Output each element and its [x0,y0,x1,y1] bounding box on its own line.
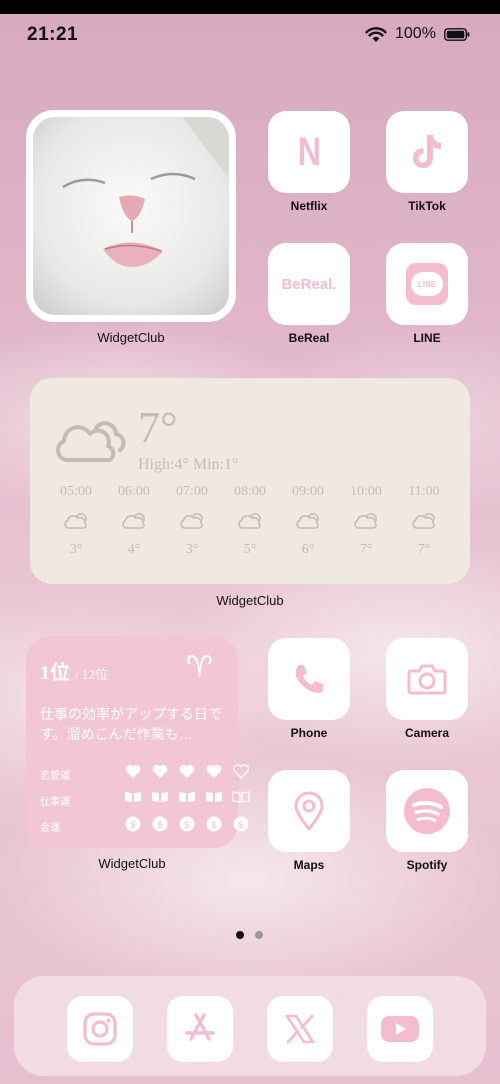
cloud-icon [52,416,128,471]
hour-temp: 3° [185,542,199,557]
svg-text:$: $ [130,820,136,831]
widget-label: WidgetClub [216,593,284,608]
youtube-icon[interactable] [367,996,433,1062]
status-time: 21:21 [27,24,79,45]
wifi-icon [365,27,387,48]
cloud-icon [121,512,147,535]
app-label: Camera [404,726,450,740]
book-icon-filled [151,790,169,808]
row-label: 仕事運 [40,797,70,808]
app-phone[interactable]: Phone [268,638,350,740]
app-label: LINE [413,331,441,345]
svg-text:$: $ [238,820,244,831]
x-icon[interactable] [267,996,333,1062]
app-camera[interactable]: Camera [386,638,468,740]
instagram-icon[interactable] [67,996,133,1062]
hour-time: 10:00 [350,484,382,499]
coin-icon-filled: $ [124,816,142,834]
camera-icon [386,638,468,720]
app-netflix[interactable]: N Netflix [268,111,350,213]
bereal-icon: BeReal. [268,243,350,325]
money-luck-row: 金運 $ $ $ $ $ [40,816,249,836]
svg-text:$: $ [157,820,163,831]
hour-time: 07:00 [176,484,208,499]
horoscope-widget[interactable]: 1位 / 12位 ♈ 仕事の効率がアップする日です。溜めこんだ作業も… 恋愛運 … [26,636,250,848]
app-tiktok[interactable]: TikTok [386,111,468,213]
app-maps[interactable]: Maps [268,770,350,872]
hour-temp: 4° [127,542,141,557]
widget-label: WidgetClub [98,856,166,871]
app-label: Netflix [290,199,328,213]
line-icon: LINE [386,243,468,325]
weather-widget[interactable]: 7° High:4° Min:1° 05:00 06:00 07:00 08:0… [30,378,470,584]
hour-temp: 3° [69,542,83,557]
current-temp: 7° [138,403,178,452]
cloud-icon [237,512,263,535]
cat-photo [33,117,229,315]
phone-icon [268,638,350,720]
row-label: 金運 [40,823,60,834]
app-label: BeReal [288,331,330,345]
love-luck-row: 恋愛運 [40,764,249,784]
horoscope-rank: 1位 / 12位 [40,662,108,684]
hour-temp: 7° [417,542,431,557]
work-luck-row: 仕事運 [40,790,250,810]
widget-label: WidgetClub [97,330,165,345]
app-label: Phone [290,726,328,740]
top-bezel [0,0,500,14]
hour-temp: 7° [359,542,373,557]
status-bar: 21:21 100% [0,14,500,58]
battery-icon [444,28,470,41]
high-low: High:4° Min:1° [138,456,239,473]
aries-icon: ♈ [186,650,213,685]
page-dot-active[interactable] [236,931,244,939]
heart-icon-filled [151,764,169,782]
app-store-icon[interactable] [167,996,233,1062]
heart-icon-empty [232,764,250,782]
page-dot[interactable] [255,931,263,939]
dock [14,976,486,1076]
hour-temp: 6° [301,542,315,557]
coin-icon-filled: $ [205,816,223,834]
maps-icon [268,770,350,852]
spotify-icon [386,770,468,852]
cloud-icon [411,512,437,535]
horoscope-message: 仕事の効率がアップする日です。溜めこんだ作業も… [40,706,228,746]
app-label: Spotify [406,858,448,872]
coin-icon-filled: $ [151,816,169,834]
hour-time: 08:00 [234,484,266,499]
cloud-icon [295,512,321,535]
book-icon-filled [178,790,196,808]
app-label: Maps [293,858,325,872]
hour-time: 06:00 [118,484,150,499]
hour-temp: 5° [243,542,257,557]
photo-widget[interactable] [26,110,236,322]
hour-time: 11:00 [408,484,440,499]
hour-time: 05:00 [60,484,92,499]
book-icon-empty [232,790,250,808]
app-spotify[interactable]: Spotify [386,770,468,872]
app-line[interactable]: LINE LINE [386,243,468,345]
app-bereal[interactable]: BeReal. BeReal [268,243,350,345]
cloud-icon [63,512,89,535]
svg-text:$: $ [184,820,190,831]
book-icon-filled [205,790,223,808]
heart-icon-filled [178,764,196,782]
heart-icon-filled [124,764,142,782]
cloud-icon [179,512,205,535]
hour-time: 09:00 [292,484,324,499]
heart-icon-filled [205,764,223,782]
book-icon-filled [124,790,142,808]
horoscope-message-text: 仕事の効率がアップする日です。溜めこんだ作業も… [40,708,222,743]
battery-percent: 100% [395,25,436,42]
app-label: TikTok [408,199,446,213]
tiktok-icon [386,111,468,193]
svg-text:$: $ [211,820,217,831]
netflix-icon: N [268,111,350,193]
coin-icon-filled: $ [232,816,250,834]
row-label: 恋愛運 [40,771,70,782]
cloud-icon [353,512,379,535]
coin-icon-filled: $ [178,816,196,834]
